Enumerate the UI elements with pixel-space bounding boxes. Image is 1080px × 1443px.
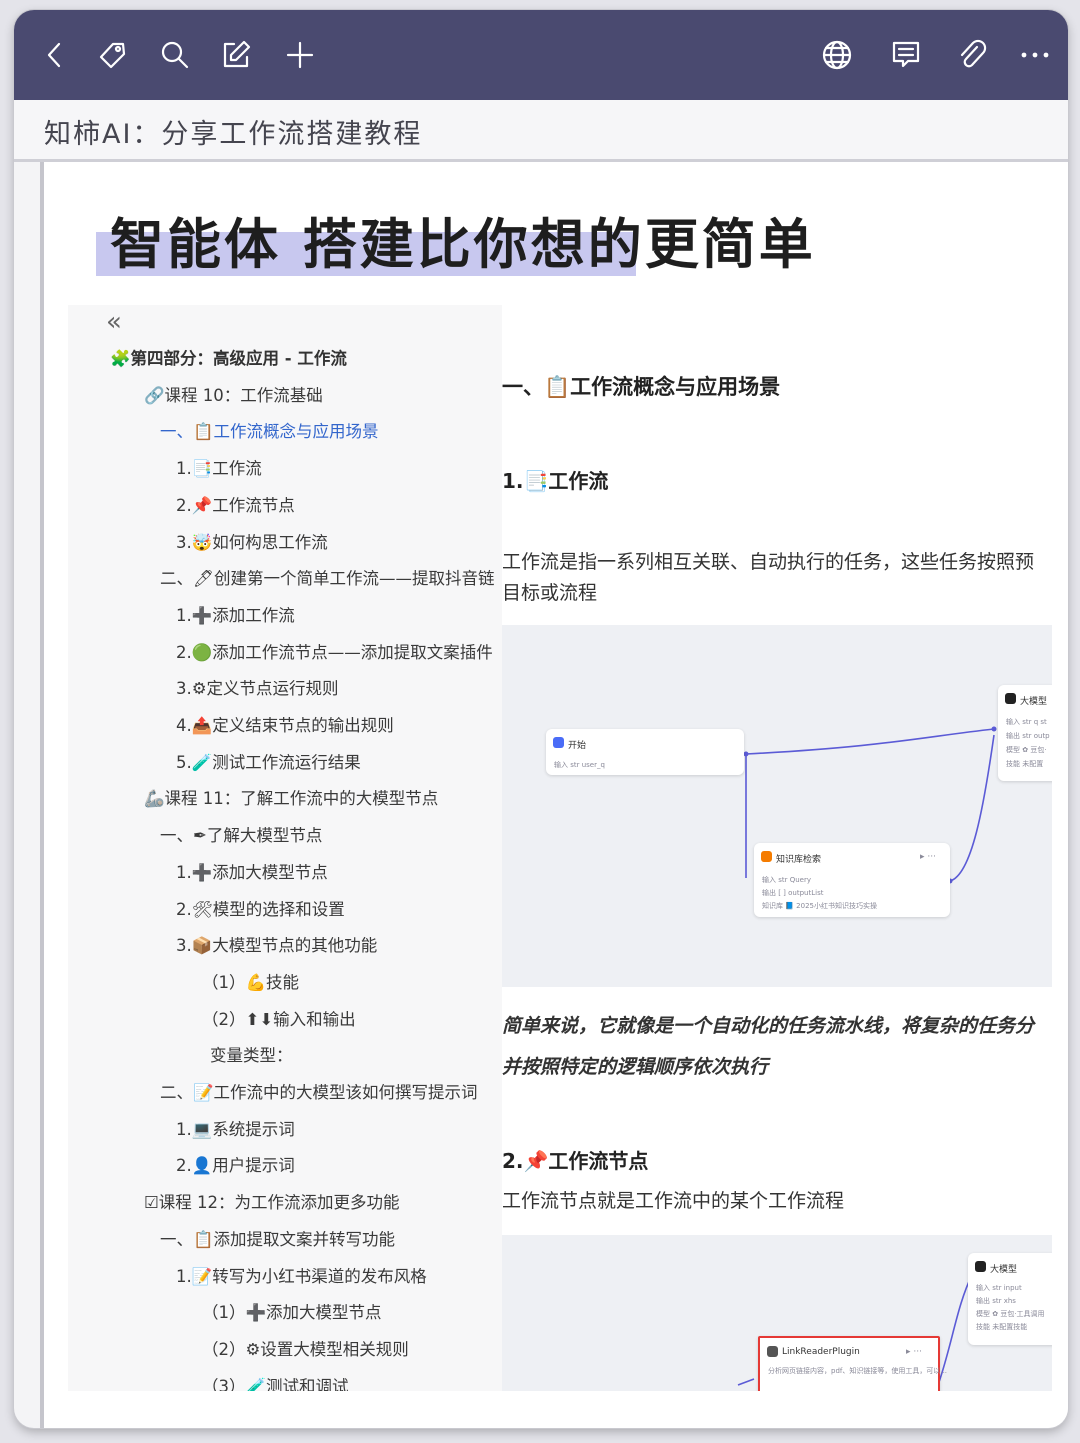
toc-item[interactable]: 1.💻系统提示词 [176, 1116, 295, 1140]
collapse-icon[interactable]: « [106, 307, 122, 337]
toc-item[interactable]: 5.🧪测试工作流运行结果 [176, 749, 361, 773]
globe-icon[interactable] [814, 32, 860, 78]
device-frame: 知柿AI：分享工作流搭建教程 智能体 搭建比你想的更简单 « 🧩第四部分：高级应… [14, 10, 1068, 1428]
search-icon[interactable] [152, 32, 198, 78]
llm-icon [1005, 693, 1016, 704]
back-icon[interactable] [32, 32, 78, 78]
subheading-workflow: 1.📑工作流 [502, 469, 609, 493]
headline: 智能体 搭建比你想的更简单 [110, 213, 816, 276]
toc-item[interactable]: 二、🖊创建第一个简单工作流——提取抖音链 [160, 565, 494, 589]
start-node[interactable]: 开始 输入 str user_q [546, 729, 744, 775]
knowledge-node[interactable]: 知识库检索 ▸ ··· 输入 str Query 输出 [ ] outputLi… [754, 843, 950, 917]
toc-item[interactable]: 一、📋添加提取文案并转写功能 [160, 1226, 395, 1250]
knowledge-icon [761, 851, 772, 862]
toc-item[interactable]: 4.📤定义结束节点的输出规则 [176, 712, 394, 736]
toc-item[interactable]: 🔗课程 10：工作流基础 [144, 382, 323, 406]
quote-line: 简单来说，它就像是一个自动化的任务流水线，将复杂的任务分 [502, 1015, 1035, 1037]
toc-item[interactable]: 二、📝工作流中的大模型该如何撰写提示词 [160, 1079, 478, 1103]
toc-item[interactable]: 🧩第四部分：高级应用 - 工作流 [110, 345, 347, 369]
toc-item[interactable]: 3.⚙定义节点运行规则 [176, 675, 339, 699]
toc-item[interactable]: 变量类型： [210, 1042, 293, 1066]
doc-panel: 一、📋工作流概念与应用场景 1.📑工作流 工作流是指一系列相互关联、自动执行的任… [502, 305, 1052, 1391]
section-heading: 一、📋工作流概念与应用场景 [502, 375, 781, 399]
toc-item[interactable]: 3.📦大模型节点的其他功能 [176, 932, 377, 956]
toc-item[interactable]: （2）⚙设置大模型相关规则 [202, 1336, 409, 1360]
llm-icon [975, 1261, 986, 1272]
toc-item[interactable]: 2.🟢添加工作流节点——添加提取文案插件 [176, 639, 493, 663]
toc-item[interactable]: （1）💪技能 [202, 969, 299, 993]
toc-item[interactable]: ☑课程 12：为工作流添加更多功能 [144, 1189, 400, 1213]
toc-item[interactable]: 2.🛠模型的选择和设置 [176, 896, 345, 920]
toc-item[interactable]: 一、✒了解大模型节点 [160, 822, 322, 846]
paragraph-line: 工作流是指一系列相互关联、自动执行的任务，这些任务按照预 [502, 551, 1035, 573]
comment-icon[interactable] [883, 32, 929, 78]
toc-item[interactable]: 1.📑工作流 [176, 455, 262, 479]
plugin-node[interactable]: LinkReaderPlugin ▸ ··· 分析网页链接内容，pdf、知识链接… [758, 1336, 947, 1391]
toc-item[interactable]: 2.👤用户提示词 [176, 1152, 295, 1176]
toc-item[interactable]: 2.📌工作流节点 [176, 492, 295, 516]
paragraph-line: 工作流节点就是工作流中的某个工作流程 [502, 1190, 845, 1212]
toc-item[interactable]: （1）➕添加大模型节点 [202, 1299, 382, 1323]
toc-item[interactable]: 3.🤯如何构思工作流 [176, 529, 328, 553]
paragraph-line: 目标或流程 [502, 582, 598, 604]
subheading-node: 2.📌工作流节点 [502, 1149, 649, 1173]
quote-line: 并按照特定的逻辑顺序依次执行 [502, 1056, 769, 1078]
toc-panel: « 🧩第四部分：高级应用 - 工作流 🔗课程 10：工作流基础一、📋工作流概念与应… [68, 305, 502, 1391]
workflow-connectors [743, 726, 997, 884]
toc-item[interactable]: 1.📝转写为小红书渠道的发布风格 [176, 1263, 427, 1287]
more-icon[interactable] [1012, 32, 1058, 78]
toc-item[interactable]: 一、📋工作流概念与应用场景 [160, 418, 379, 442]
toc-item[interactable]: 🦾课程 11：了解工作流中的大模型节点 [144, 785, 438, 809]
plugin-icon [767, 1346, 778, 1357]
top-toolbar [14, 10, 1068, 100]
llm-node-2[interactable]: 大模型 输入 str input 输出 str xhs 模型 ✿ 豆包·工具调用… [968, 1253, 1052, 1345]
toc-item[interactable]: （3）🧪测试和调试 [202, 1373, 349, 1391]
toc-item[interactable]: 1.➕添加大模型节点 [176, 859, 328, 883]
toc-item[interactable]: 1.➕添加工作流 [176, 602, 295, 626]
toc-item[interactable]: （2）⬆⬇输入和输出 [202, 1006, 356, 1030]
workflow-canvas-2: 大模型 输入 str input 输出 str xhs 模型 ✿ 豆包·工具调用… [502, 1235, 1052, 1391]
embedded-screenshot: « 🧩第四部分：高级应用 - 工作流 🔗课程 10：工作流基础 一、📋工作流概念与应… [68, 305, 1052, 1391]
note-title-bar: 知柿AI：分享工作流搭建教程 [14, 100, 1068, 162]
note-page: 智能体 搭建比你想的更简单 « 🧩第四部分：高级应用 - 工作流 🔗课程 10：工… [40, 162, 1068, 1428]
tag-icon[interactable] [90, 32, 136, 78]
workflow-canvas: 开始 输入 str user_q 知识库检索 ▸ ··· 输入 str Quer… [502, 625, 1052, 987]
attachment-icon[interactable] [949, 32, 995, 78]
note-title[interactable]: 知柿AI：分享工作流搭建教程 [44, 112, 422, 151]
add-icon[interactable] [277, 32, 323, 78]
start-icon [553, 737, 564, 748]
llm-node[interactable]: 大模型 输入 str q st 输出 str outp 模型 ✿ 豆包· 技能 … [998, 685, 1052, 781]
edit-icon[interactable] [213, 32, 259, 78]
